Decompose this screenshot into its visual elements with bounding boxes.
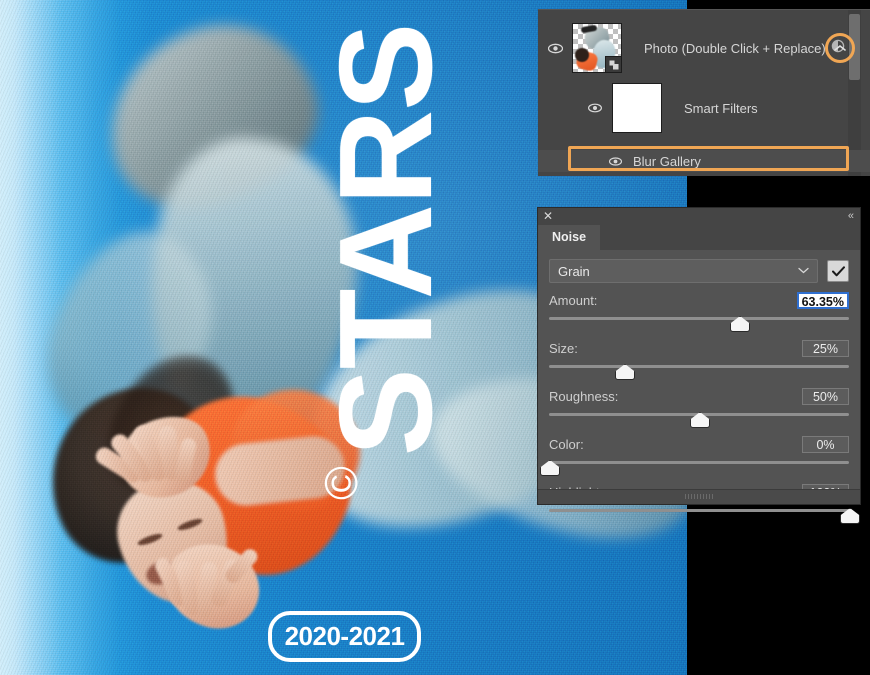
effect-select-value: Grain — [558, 263, 590, 279]
noise-panel-footer — [538, 489, 860, 504]
param-amount: Amount: 63.35% — [549, 291, 849, 332]
poster-headline: STARS — [312, 23, 459, 457]
param-size: Size: 25% — [549, 339, 849, 380]
param-value-input[interactable]: 63.35% — [796, 292, 849, 309]
checkmark-icon — [831, 265, 845, 276]
param-value-input[interactable]: 0% — [802, 436, 849, 453]
expander-highlight-ring — [825, 33, 855, 63]
effect-select[interactable]: Grain — [549, 259, 818, 283]
resize-grip-icon[interactable] — [685, 494, 713, 499]
tab-noise[interactable]: Noise — [538, 225, 601, 250]
enable-effect-checkbox[interactable] — [827, 260, 849, 282]
param-value-input[interactable]: 50% — [802, 388, 849, 405]
smart-object-badge-icon — [605, 56, 621, 72]
close-icon[interactable]: ✕ — [543, 209, 553, 224]
smart-filter-mask-thumbnail[interactable] — [612, 83, 662, 133]
layer-row[interactable]: Photo (Double Click + Replace) — [538, 22, 870, 74]
param-label: Amount: — [549, 293, 598, 308]
slider-track — [549, 461, 849, 464]
copyright-icon: © — [315, 466, 367, 500]
param-label: Roughness: — [549, 389, 619, 404]
slider-track — [549, 509, 849, 512]
param-slider[interactable] — [549, 507, 860, 524]
layer-name: Photo (Double Click + Replace) — [644, 40, 826, 56]
slider-track — [549, 365, 849, 368]
chevron-down-icon — [798, 266, 809, 277]
layers-panel: Layers Photo (Double Click + Replace) — [538, 9, 870, 176]
eye-icon[interactable] — [544, 43, 566, 54]
param-value-input[interactable]: 25% — [802, 340, 849, 357]
eye-icon[interactable] — [584, 103, 606, 113]
layers-list: Photo (Double Click + Replace) Smart Fil… — [538, 9, 870, 176]
param-slider[interactable] — [540, 459, 849, 476]
param-slider[interactable] — [549, 363, 849, 380]
param-label: Size: — [549, 341, 578, 356]
smart-filters-row[interactable]: Smart Filters — [538, 82, 870, 134]
noise-tabbar: Noise — [538, 225, 860, 250]
smart-filters-label: Smart Filters — [684, 100, 758, 116]
param-roughness: Roughness: 50% — [549, 387, 849, 428]
blur-gallery-highlight-box — [568, 146, 849, 171]
noise-panel: ✕ « Noise Grain Amount: 63.35% Size: 25%… — [538, 208, 860, 524]
param-label: Color: — [549, 437, 584, 452]
param-slider[interactable] — [549, 315, 849, 332]
date-badge: 2020-2021 — [268, 611, 421, 662]
double-chevron-left-icon[interactable]: « — [848, 209, 854, 224]
layer-thumbnail[interactable] — [572, 23, 622, 73]
param-color: Color: 0% — [540, 435, 849, 476]
slider-track — [549, 317, 849, 320]
noise-panel-titlebar: ✕ « — [538, 208, 860, 225]
param-slider[interactable] — [549, 411, 849, 428]
